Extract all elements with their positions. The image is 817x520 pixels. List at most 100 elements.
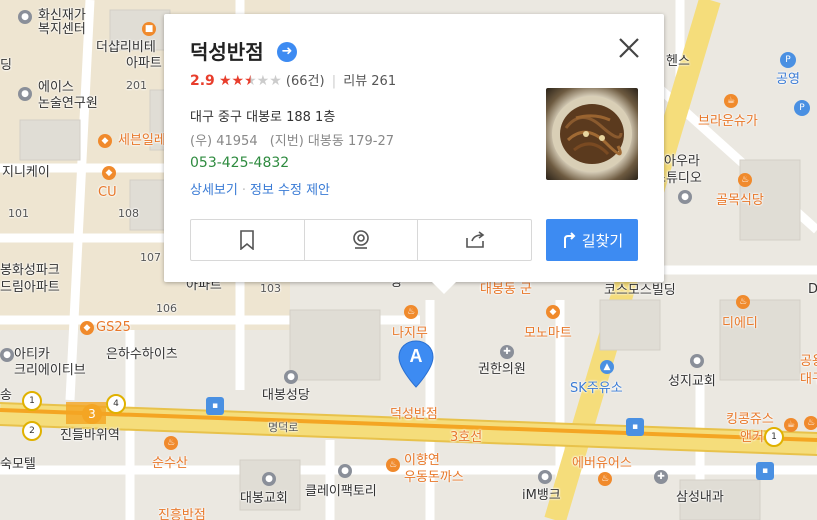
map-label[interactable]: 더샵리비테 [96,40,156,55]
detail-link[interactable]: 상세보기 [190,183,238,198]
arrow-right-icon[interactable]: ➜ [277,42,297,62]
map-label[interactable]: 공용 [800,354,817,369]
place-title[interactable]: 덕성반점 [190,36,264,65]
cafe-icon[interactable]: ☕ [784,418,798,432]
convenience-store-icon[interactable]: ◆ [102,166,116,180]
place-phone[interactable]: 053-425-4832 [190,155,289,171]
lot-address: (지번) 대봉동 179-27 [269,134,394,149]
map-label[interactable]: 대봉동 군 [480,282,532,297]
gas-station-icon[interactable]: ▲ [600,360,614,374]
map-label[interactable]: 공영 [776,72,800,87]
map-label[interactable]: 클레이팩토리 [305,484,377,499]
map-label[interactable]: 은하수하이츠 [106,347,178,362]
restaurant-icon[interactable]: ♨ [404,305,418,319]
bus-stop-icon[interactable]: ▪ [206,397,224,415]
bank-icon[interactable]: ● [538,470,552,484]
map-label[interactable]: 앤커 [740,430,764,445]
rating-row: 2.9 ★★★★★ (66건) | 리뷰 261 [190,70,396,89]
map-label[interactable]: 논술연구원 [38,96,98,111]
building-icon[interactable]: ● [0,348,14,362]
convenience-store-icon[interactable]: ◆ [546,305,560,319]
map-label[interactable]: 봉화성파크 [0,263,60,278]
convenience-store-icon[interactable]: ◆ [98,134,112,148]
map-label[interactable]: 아우라 [664,154,700,169]
map-label[interactable]: iM뱅크 [522,488,561,503]
map-label[interactable]: 세븐일레 [118,133,166,148]
map-label[interactable]: 진들바위역 [60,428,120,443]
map-label[interactable]: SK주유소 [570,381,623,396]
subway-exit-icon[interactable]: 4 [106,394,126,414]
map-label[interactable]: 대봉성당 [262,388,310,403]
map-label[interactable]: 나지무 [392,326,428,341]
subway-station-icon[interactable]: 3 [82,404,102,424]
place-address: 대구 중구 대봉로 188 1층 [190,110,336,125]
convenience-store-icon[interactable]: ◆ [80,321,94,335]
map-label[interactable]: 순수산 [152,456,188,471]
map-label[interactable]: 디에디 [722,316,758,331]
restaurant-icon[interactable]: ♨ [738,173,752,187]
directions-button[interactable]: 길찾기 [546,219,638,261]
save-button[interactable] [191,220,305,260]
church-icon[interactable]: ● [690,354,704,368]
hospital-icon[interactable]: ✚ [500,345,514,359]
share-button[interactable] [418,220,531,260]
restaurant-icon[interactable]: ♨ [164,436,178,450]
parking-icon[interactable]: P [780,52,796,68]
bus-stop-icon[interactable]: ▪ [756,462,774,480]
parking-icon[interactable]: P [794,100,810,116]
map-label[interactable]: 지니케이 [2,165,50,180]
restaurant-icon[interactable]: ♨ [736,295,750,309]
map-label[interactable]: 복지센터 [38,22,86,37]
map-label[interactable]: 숙모텔 [0,457,36,472]
edit-suggestion-link[interactable]: 정보 수정 제안 [250,183,330,198]
church-icon[interactable]: ● [262,472,276,486]
restaurant-icon[interactable]: ♨ [598,472,612,486]
bus-stop-icon[interactable]: ▪ [626,418,644,436]
review-link[interactable]: 리뷰 261 [343,74,396,89]
map-label[interactable]: 드림아파트 [0,280,60,295]
map-label[interactable]: 에버유어스 [572,456,632,471]
map-label[interactable]: 크리에이티브 [14,363,86,378]
restaurant-icon[interactable]: ♨ [804,416,817,430]
map-label[interactable]: 킹콩쥬스 [726,412,774,427]
close-button[interactable] [616,36,642,62]
school-icon[interactable]: ● [18,87,32,101]
subway-exit-icon[interactable]: 2 [22,421,42,441]
map-label[interactable]: 성지교회 [668,374,716,389]
subway-exit-icon[interactable]: 1 [22,391,42,411]
map-label[interactable]: 화신재가 [38,8,86,23]
church-icon[interactable]: ● [284,370,298,384]
rating-count[interactable]: (66건) [286,74,325,89]
map-label[interactable]: 권한의원 [478,362,526,377]
map-label[interactable]: 우동돈까스 [404,470,464,485]
subway-exit-icon[interactable]: 1 [764,427,784,447]
map-label[interactable]: 골목식당 [716,193,764,208]
building-icon[interactable]: ■ [142,22,156,36]
building-icon[interactable]: ● [678,190,692,204]
restaurant-icon[interactable]: ♨ [386,458,400,472]
cafe-icon[interactable]: ☕ [724,94,738,108]
map-pin-icon[interactable]: ● [18,10,32,24]
selected-place-marker[interactable]: A [398,340,434,392]
map-label[interactable]: 대구 [800,372,817,387]
map-label[interactable]: 브라운슈가 [698,114,758,129]
map-label[interactable]: 대봉교회 [240,491,288,506]
star-icon: ★ [218,73,232,89]
camera-icon[interactable]: ● [338,464,352,478]
map-label[interactable]: 코스모스빌딩 [604,283,676,298]
map-label[interactable]: 아티카 [14,347,50,362]
map-label[interactable]: GS25 [96,320,131,335]
map-label[interactable]: 진흥반점 [158,508,206,520]
marker-label[interactable]: 덕성반점 [390,407,438,422]
hospital-icon[interactable]: ✚ [654,470,668,484]
map-label[interactable]: 헨스 [666,54,690,69]
place-photo[interactable] [546,88,638,180]
map-label[interactable]: 삼성내과 [676,490,724,505]
map-label[interactable]: 아파트 [126,56,162,71]
map-label[interactable]: 에이스 [38,80,74,95]
map-label[interactable]: CU [98,185,117,200]
map-label: 3호선 [450,430,483,445]
map-label[interactable]: 이향연 [404,453,440,468]
roadview-button[interactable] [305,220,419,260]
map-label[interactable]: 모노마트 [524,326,572,341]
